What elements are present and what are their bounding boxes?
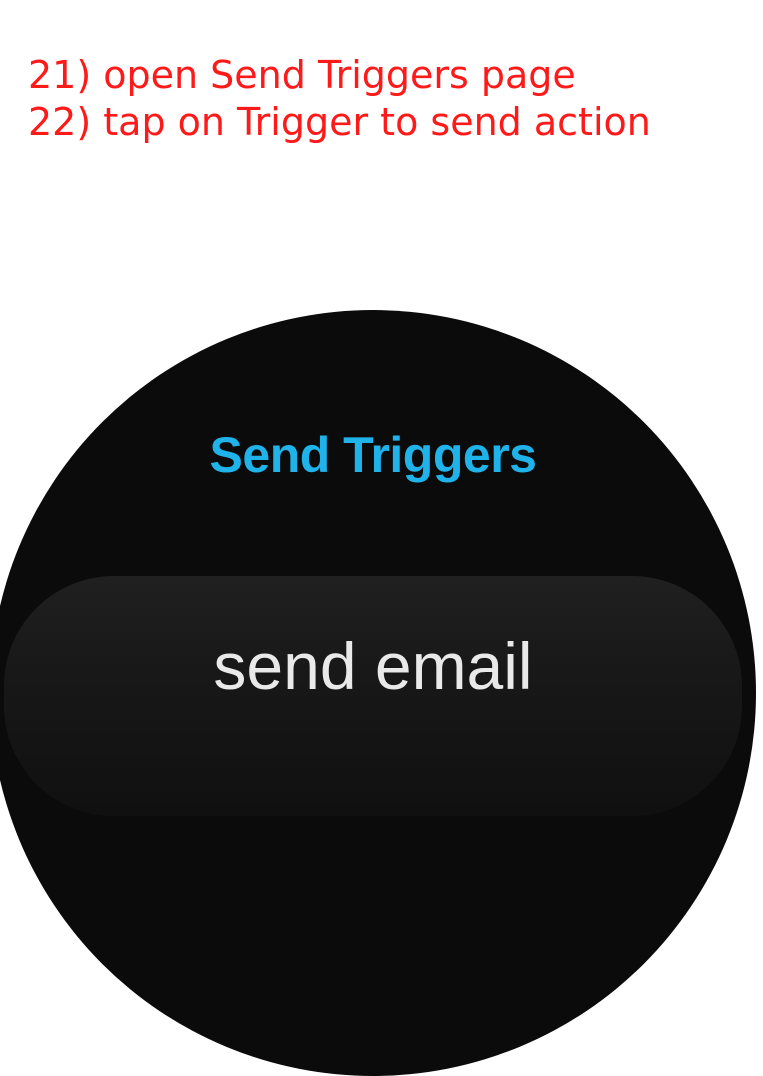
instructions-caption: 21) open Send Triggers page 22) tap on T… <box>28 52 651 146</box>
watch-screen: Send Triggers send email <box>0 310 756 1076</box>
trigger-item-label: send email <box>213 629 533 703</box>
trigger-item-send-email[interactable]: send email <box>4 576 742 816</box>
instruction-step-21: 21) open Send Triggers page <box>28 53 576 97</box>
page-title: Send Triggers <box>209 427 537 483</box>
instruction-step-22: 22) tap on Trigger to send action <box>28 100 651 144</box>
